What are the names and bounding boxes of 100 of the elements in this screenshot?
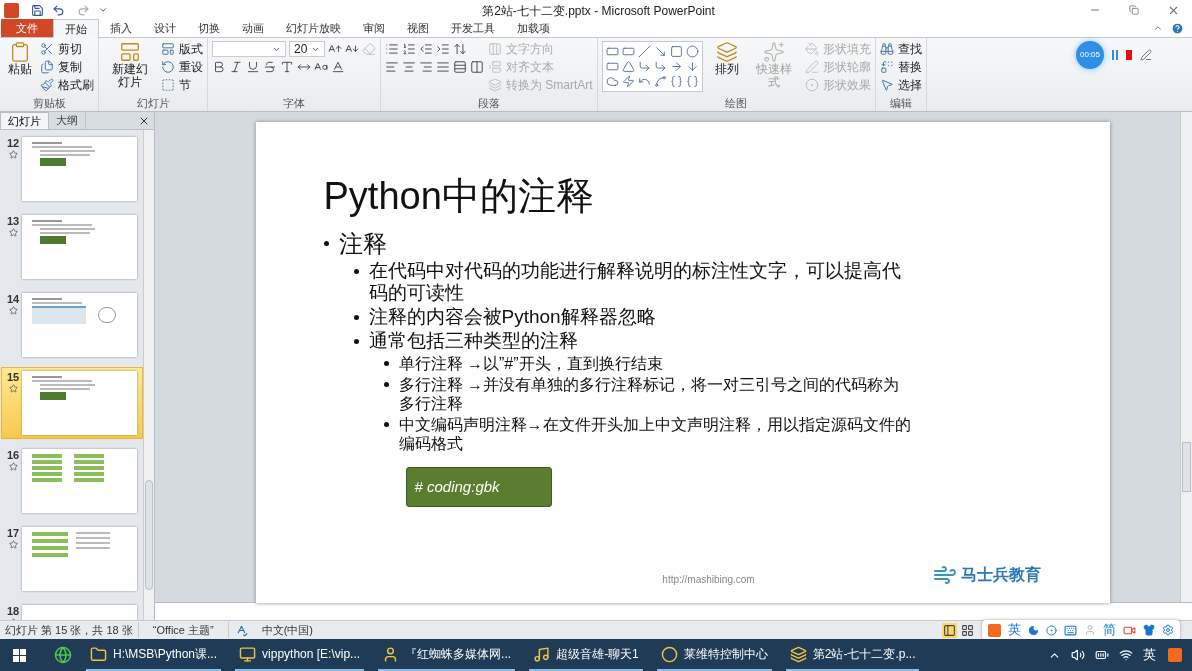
ribbon-tab[interactable]: 切换 xyxy=(187,19,231,37)
user-icon[interactable] xyxy=(1084,624,1096,636)
ribbon-tab[interactable]: 幻灯片放映 xyxy=(275,19,352,37)
ribbon-button[interactable]: 重设 xyxy=(179,58,203,76)
shape-icon[interactable] xyxy=(653,75,667,88)
shape-icon[interactable] xyxy=(621,45,635,58)
ribbon-icon-button[interactable] xyxy=(453,60,467,74)
shape-icon[interactable] xyxy=(637,75,651,88)
ribbon-dropdown-field[interactable]: 20 xyxy=(289,41,325,57)
ribbon-icon-button[interactable] xyxy=(212,60,226,74)
shape-icon[interactable] xyxy=(605,75,619,88)
ribbon-icon[interactable] xyxy=(879,78,894,92)
shape-icon[interactable] xyxy=(685,75,699,88)
ribbon-button[interactable]: 复制 xyxy=(58,58,82,76)
shape-icon[interactable] xyxy=(669,60,683,73)
ribbon-icon[interactable] xyxy=(40,60,54,74)
ribbon-tab[interactable]: 开发工具 xyxy=(440,19,506,37)
shirt-icon[interactable] xyxy=(1143,624,1155,636)
shape-icon[interactable] xyxy=(637,60,651,73)
ribbon-tab[interactable]: 插入 xyxy=(99,19,143,37)
ribbon-button[interactable]: 剪切 xyxy=(58,40,82,58)
ribbon-tab[interactable]: 文件 xyxy=(1,19,53,37)
slide-thumbnail-row[interactable]: 17 xyxy=(1,523,143,595)
slide-thumbnail-row[interactable]: 12 xyxy=(1,133,143,205)
ribbon-icon-button[interactable] xyxy=(470,60,484,74)
shape-gallery[interactable] xyxy=(601,41,703,92)
shape-icon[interactable] xyxy=(685,60,699,73)
large-ribbon-button[interactable]: 新建幻灯片 xyxy=(103,41,157,89)
ribbon-button[interactable]: 节 xyxy=(179,76,191,94)
wifi-icon[interactable] xyxy=(1119,648,1133,662)
taskbar-item[interactable]: vippython [E:\vip... xyxy=(235,639,365,671)
panel-scrollbar[interactable] xyxy=(143,130,154,620)
panel-tab[interactable]: 大纲 xyxy=(49,112,86,129)
shape-icon[interactable] xyxy=(653,60,667,73)
ime-script[interactable]: 简 xyxy=(1103,620,1116,640)
shape-icon[interactable] xyxy=(653,45,667,58)
pen-icon[interactable] xyxy=(1140,49,1152,61)
ribbon-icon[interactable] xyxy=(879,42,894,56)
keyboard-icon[interactable] xyxy=(1064,623,1077,637)
collapse-ribbon-icon[interactable] xyxy=(1153,23,1163,33)
ribbon-button[interactable]: 版式 xyxy=(179,40,203,58)
close-panel-icon[interactable] xyxy=(138,115,150,127)
vertical-scrollbar[interactable] xyxy=(1180,112,1192,602)
moon-icon[interactable] xyxy=(1028,624,1039,636)
taskbar-item[interactable]: 第2站-七十二变.p... xyxy=(785,639,920,671)
ribbon-tab[interactable]: 加载项 xyxy=(506,19,561,37)
taskbar-item[interactable]: H:\MSB\Python课... xyxy=(86,639,222,671)
battery-icon[interactable] xyxy=(1095,648,1109,662)
shape-icon[interactable] xyxy=(605,60,619,73)
input-mode[interactable]: 英 xyxy=(1143,645,1156,665)
normal-view-button[interactable] xyxy=(942,622,957,638)
restore-icon[interactable] xyxy=(1129,5,1139,15)
pause-icon[interactable] xyxy=(1112,50,1118,60)
ribbon-button[interactable]: 替换 xyxy=(897,58,922,76)
ribbon-icon-button[interactable] xyxy=(263,60,277,74)
ribbon-button[interactable]: 格式刷 xyxy=(58,76,94,94)
taskbar-item[interactable]: 『红蜘蛛多媒体网... xyxy=(378,639,516,671)
ime-mode[interactable]: 英 xyxy=(1008,620,1021,640)
redo-icon[interactable] xyxy=(77,3,90,17)
shape-icon[interactable] xyxy=(621,60,635,73)
volume-icon[interactable] xyxy=(1071,648,1085,662)
ribbon-dropdown-field[interactable] xyxy=(212,41,286,57)
ribbon-icon[interactable] xyxy=(161,42,175,56)
language-label[interactable]: 中文(中国) xyxy=(247,621,327,639)
undo-icon[interactable] xyxy=(52,3,65,17)
shape-icon[interactable] xyxy=(621,75,635,88)
browser-icon[interactable] xyxy=(54,646,72,664)
ribbon-button[interactable]: 查找 xyxy=(897,40,922,58)
ribbon-icon-button[interactable] xyxy=(246,60,260,74)
ribbon-tab[interactable]: 审阅 xyxy=(352,19,396,37)
slide-thumbnail-row[interactable]: 15 xyxy=(1,367,143,439)
shape-icon[interactable] xyxy=(605,45,619,58)
ribbon-tab[interactable]: 设计 xyxy=(143,19,187,37)
save-icon[interactable] xyxy=(31,3,44,17)
shape-icon[interactable] xyxy=(637,45,651,58)
ribbon-icon[interactable] xyxy=(40,78,54,92)
ribbon-icon[interactable] xyxy=(879,60,894,74)
ribbon-icon[interactable] xyxy=(40,42,54,56)
ribbon-tab[interactable]: 开始 xyxy=(53,19,99,38)
punctuation-icon[interactable] xyxy=(1046,624,1057,636)
slide-thumbnail-row[interactable]: 16 xyxy=(1,445,143,517)
ribbon-tab[interactable]: 动画 xyxy=(231,19,275,37)
shape-icon[interactable] xyxy=(669,45,683,58)
slide-thumbnail-row[interactable]: 18 xyxy=(1,601,143,620)
shape-icon[interactable] xyxy=(685,45,699,58)
ribbon-tab[interactable]: 视图 xyxy=(396,19,440,37)
settings-icon[interactable] xyxy=(1162,624,1174,636)
ribbon-icon[interactable] xyxy=(161,60,175,74)
ribbon-button[interactable]: 选择 xyxy=(897,76,922,94)
customize-toolbar-icon[interactable] xyxy=(98,5,108,15)
taskbar-item[interactable]: 超级音雄-聊天1 xyxy=(529,639,643,671)
slide-thumbnail-row[interactable]: 14 xyxy=(1,289,143,361)
panel-tab[interactable]: 幻灯片 xyxy=(0,112,49,129)
ime-logo-icon[interactable] xyxy=(988,623,1001,637)
slide-thumbnail-row[interactable]: 13 xyxy=(1,211,143,283)
ribbon-icon-button[interactable] xyxy=(453,42,467,56)
ribbon-icon-button[interactable] xyxy=(402,42,416,56)
large-ribbon-button[interactable]: 粘贴 xyxy=(4,41,36,76)
shape-icon[interactable] xyxy=(669,75,683,88)
large-ribbon-button[interactable]: 排列 xyxy=(710,41,743,76)
